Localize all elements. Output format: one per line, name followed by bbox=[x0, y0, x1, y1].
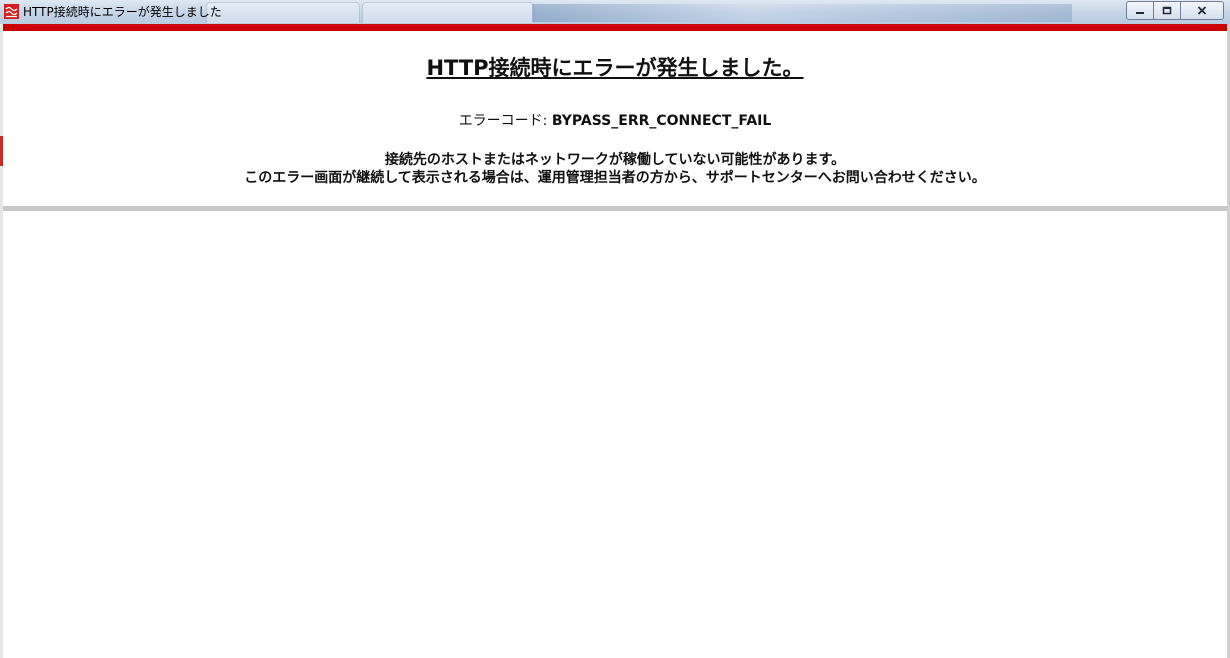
error-message: 接続先のホストまたはネットワークが稼働していない可能性があります。 このエラー画… bbox=[3, 151, 1227, 187]
maximize-icon bbox=[1162, 6, 1172, 15]
section-divider bbox=[3, 206, 1227, 211]
error-header-bar bbox=[3, 24, 1227, 31]
error-code-label: エラーコード: bbox=[458, 113, 552, 129]
app-icon bbox=[4, 4, 19, 19]
background-tab bbox=[206, 2, 360, 23]
window-controls bbox=[1126, 1, 1224, 20]
titlebar-glass-strip bbox=[532, 4, 1072, 22]
window-titlebar[interactable]: HTTP接続時にエラーが発生しました bbox=[0, 0, 1230, 24]
maximize-button[interactable] bbox=[1154, 1, 1181, 20]
window-title: HTTP接続時にエラーが発生しました bbox=[23, 5, 222, 19]
close-button[interactable] bbox=[1181, 1, 1224, 20]
error-code-line: エラーコード: BYPASS_ERR_CONNECT_FAIL bbox=[3, 111, 1227, 131]
background-tab bbox=[362, 2, 534, 23]
error-message-line-2: このエラー画面が継続して表示される場合は、運用管理担当者の方から、サポートセンタ… bbox=[244, 170, 986, 186]
error-panel: HTTP接続時にエラーが発生しました。 エラーコード: BYPASS_ERR_C… bbox=[3, 31, 1227, 206]
minimize-button[interactable] bbox=[1126, 1, 1154, 20]
error-message-line-1: 接続先のホストまたはネットワークが稼働していない可能性があります。 bbox=[384, 152, 846, 168]
minimize-icon bbox=[1136, 11, 1144, 14]
error-heading: HTTP接続時にエラーが発生しました。 bbox=[426, 56, 804, 80]
close-icon bbox=[1197, 6, 1207, 15]
error-code-value: BYPASS_ERR_CONNECT_FAIL bbox=[551, 113, 772, 129]
